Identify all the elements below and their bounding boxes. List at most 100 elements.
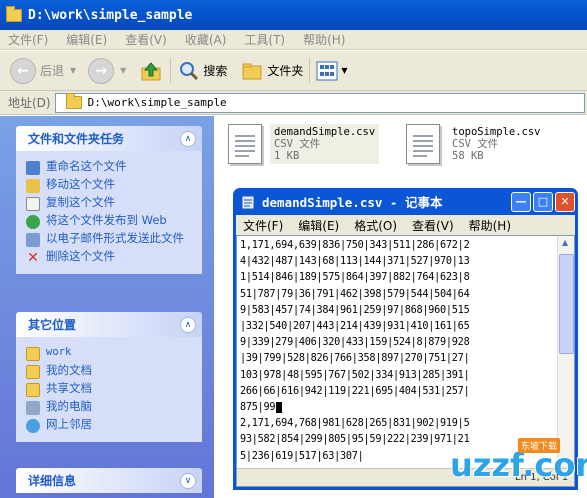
notepad-content[interactable]: 1,171,694,639|836|750|343|511|286|672|2 4… (240, 238, 553, 465)
file-tasks-header[interactable]: 文件和文件夹任务 ∧ (16, 126, 202, 151)
other-places-header[interactable]: 其它位置 ∧ (16, 312, 202, 337)
task-publish-web[interactable]: 将这个文件发布到 Web (26, 214, 194, 229)
menu-edit[interactable]: 编辑(E) (66, 31, 107, 48)
details-header[interactable]: 详细信息 ∨ (16, 468, 202, 493)
task-delete[interactable]: ✕ 删除这个文件 (26, 250, 194, 266)
file-tasks-body: 重命名这个文件 移动这个文件 复制这个文件 将这个文件发布到 Web 以电子邮件… (16, 151, 202, 274)
address-value: D:\work\simple_sample (87, 96, 227, 109)
task-copy[interactable]: 复制这个文件 (26, 196, 194, 211)
toolbar-separator (309, 57, 311, 84)
text-line: 2,171,694,768|981|628|265|831|902|919|5 (240, 418, 470, 430)
place-label: 网上邻居 (46, 417, 92, 431)
place-label: 我的文档 (46, 363, 92, 377)
file-info: demandSimple.csv CSV 文件 1 KB (270, 124, 380, 164)
file-type: CSV 文件 (452, 138, 499, 150)
notepad-title-bar[interactable]: demandSimple.csv - 记事本 — □ ✕ (236, 188, 575, 215)
menu-help[interactable]: 帮助(H) (303, 31, 345, 48)
file-item-topoSimple[interactable]: topoSimple.csv CSV 文件 58 KB (406, 124, 545, 164)
address-bar: 地址(D) D:\work\simple_sample (0, 91, 587, 115)
text-line: 4|432|487|143|68|113|144|371|527|970|13 (240, 256, 470, 268)
place-label: work (46, 346, 72, 358)
details-title: 详细信息 (28, 474, 77, 488)
network-globe-icon (26, 419, 40, 433)
text-line: 266|66|616|942|119|221|695|404|531|257| (240, 385, 470, 397)
maximize-button[interactable]: □ (533, 191, 553, 212)
np-menu-file[interactable]: 文件(F) (243, 217, 283, 234)
text-caret (276, 401, 283, 413)
menu-file[interactable]: 文件(F) (8, 31, 48, 48)
place-network[interactable]: 网上邻居 (26, 418, 194, 433)
np-menu-view[interactable]: 查看(V) (412, 217, 454, 234)
copy-icon (26, 197, 40, 211)
file-info: topoSimple.csv CSV 文件 58 KB (448, 124, 545, 164)
file-tasks-title: 文件和文件夹任务 (28, 132, 125, 146)
vertical-scrollbar[interactable]: ▲ (557, 236, 574, 468)
scroll-up-icon[interactable]: ▲ (562, 238, 568, 247)
folders-button[interactable]: 文件夹 (241, 60, 303, 82)
toolbar-separator (170, 57, 172, 84)
text-line: 1,171,694,639|836|750|343|511|286|672|2 (240, 240, 470, 251)
place-shared-documents[interactable]: 共享文档 (26, 382, 194, 397)
task-pane: 文件和文件夹任务 ∧ 重命名这个文件 移动这个文件 复制这个文件 将这个文件发布… (0, 116, 214, 498)
text-line: 875|99 (240, 400, 553, 416)
menu-view[interactable]: 查看(V) (125, 31, 167, 48)
toolbar: ← 后退 ▼ → ▼ 搜索 文件夹 ▼ (0, 51, 587, 91)
csv-file-icon (228, 124, 262, 164)
task-move[interactable]: 移动这个文件 (26, 178, 194, 193)
chevron-down-icon[interactable]: ▼ (120, 66, 126, 75)
rename-icon (26, 161, 40, 175)
folder-icon (65, 93, 82, 109)
folder-icon (26, 347, 40, 361)
place-my-computer[interactable]: 我的电脑 (26, 400, 194, 415)
window-title: D:\work\simple_sample (28, 7, 193, 23)
task-label: 移动这个文件 (46, 177, 115, 191)
views-button[interactable]: ▼ (316, 61, 348, 81)
task-label: 以电子邮件形式发送此文件 (46, 231, 184, 245)
notepad-text-area[interactable]: 1,171,694,639|836|750|343|511|286|672|2 4… (236, 235, 575, 487)
file-size: 1 KB (274, 150, 300, 162)
other-places-title: 其它位置 (28, 318, 77, 332)
task-email[interactable]: 以电子邮件形式发送此文件 (26, 232, 194, 247)
cursor-position: Ln 1, Col 1 (515, 472, 569, 483)
text-line: 1|514|846|189|575|864|397|882|764|623|8 (240, 272, 470, 284)
forward-button[interactable]: → ▼ (88, 57, 126, 84)
csv-file-icon (406, 124, 440, 164)
collapse-chevron-icon[interactable]: ∧ (180, 130, 196, 147)
np-menu-help[interactable]: 帮助(H) (469, 217, 511, 234)
search-icon (180, 61, 199, 80)
menu-favorites[interactable]: 收藏(A) (185, 31, 227, 48)
menu-tools[interactable]: 工具(T) (244, 31, 285, 48)
place-label: 共享文档 (46, 381, 92, 395)
shared-folder-icon (26, 383, 40, 397)
title-bar[interactable]: D:\work\simple_sample (0, 0, 587, 30)
text-line: |39|799|528|826|766|358|897|270|751|27| (240, 353, 470, 365)
collapse-chevron-icon[interactable]: ∧ (180, 316, 196, 333)
close-button[interactable]: ✕ (555, 191, 575, 212)
back-button[interactable]: ← 后退 ▼ (10, 57, 76, 84)
notepad-icon (241, 195, 255, 209)
minimize-button[interactable]: — (511, 191, 531, 212)
up-folder-button[interactable] (138, 58, 164, 84)
search-button[interactable]: 搜索 (177, 60, 227, 82)
chevron-down-icon[interactable]: ▼ (70, 66, 76, 75)
back-label: 后退 (40, 64, 65, 78)
notepad-menu-bar: 文件(F) 编辑(E) 格式(O) 查看(V) 帮助(H) (236, 215, 575, 235)
file-type: CSV 文件 (274, 138, 321, 150)
other-places-body: work 我的文档 共享文档 我的电脑 网上邻居 (16, 337, 202, 442)
expand-chevron-icon[interactable]: ∨ (180, 472, 196, 489)
folders-label: 文件夹 (267, 64, 304, 78)
place-my-documents[interactable]: 我的文档 (26, 364, 194, 379)
folders-icon (242, 63, 262, 79)
text-line: 9|583|457|74|384|961|259|97|868|960|515 (240, 304, 470, 316)
file-tasks-panel: 文件和文件夹任务 ∧ 重命名这个文件 移动这个文件 复制这个文件 将这个文件发布… (16, 126, 202, 274)
task-rename[interactable]: 重命名这个文件 (26, 160, 194, 175)
np-menu-format[interactable]: 格式(O) (354, 217, 397, 234)
file-item-demandSimple[interactable]: demandSimple.csv CSV 文件 1 KB (228, 124, 380, 164)
np-menu-edit[interactable]: 编辑(E) (298, 217, 339, 234)
address-input[interactable]: D:\work\simple_sample (54, 92, 585, 113)
search-label: 搜索 (203, 64, 228, 78)
scrollbar-thumb[interactable] (559, 254, 574, 354)
forward-arrow-icon: → (88, 57, 115, 84)
chevron-down-icon: ▼ (341, 66, 348, 75)
place-work[interactable]: work (26, 346, 194, 361)
